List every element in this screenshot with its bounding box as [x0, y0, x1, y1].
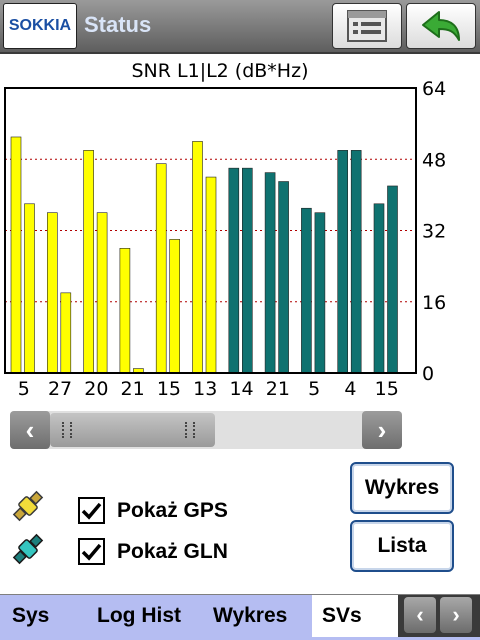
- satellite-id-label: 21: [266, 378, 290, 400]
- back-arrow-icon: [422, 11, 460, 41]
- y-tick-label: 32: [422, 221, 446, 243]
- show-gps-option[interactable]: Pokaż GPS: [78, 497, 228, 524]
- satellite-id-label: 5: [308, 378, 320, 400]
- bar-l2: [350, 150, 362, 374]
- bar-l1: [192, 141, 203, 374]
- chart-scrollbar[interactable]: ‹ ›: [10, 411, 402, 449]
- bar-l1: [46, 212, 58, 374]
- satellite-id-label: 13: [193, 378, 217, 400]
- bar-l2: [278, 181, 289, 374]
- checkmark-icon: [81, 502, 102, 520]
- glonass-satellite-icon: [12, 533, 44, 565]
- show-gln-option[interactable]: Pokaż GLN: [78, 538, 228, 565]
- title-bar: SOKKIA Status: [0, 0, 480, 54]
- satellite-id-label: 27: [48, 378, 72, 400]
- bar-l1: [228, 167, 240, 374]
- satellite-id-label: 5: [18, 378, 30, 400]
- bar-l2: [242, 167, 253, 374]
- satellite-id-label: 14: [229, 378, 253, 400]
- snr-chart: 0 16 32 48 64 5 27 20 21 15 13 14 21 5 4 15: [4, 78, 446, 400]
- bar-l1: [119, 248, 131, 374]
- bar-l1: [155, 163, 167, 374]
- chevron-left-icon: ‹: [416, 602, 424, 627]
- scroll-right-button[interactable]: ›: [362, 411, 402, 449]
- sokkia-logo[interactable]: SOKKIA: [3, 3, 77, 49]
- y-tick-label: 48: [422, 149, 446, 171]
- tab-wykres[interactable]: Wykres: [213, 595, 311, 637]
- scroll-thumb[interactable]: [50, 413, 215, 447]
- bar-l2: [96, 212, 108, 374]
- page-title: Status: [84, 12, 152, 37]
- tab-prev-button[interactable]: ‹: [404, 597, 436, 633]
- tab-sys[interactable]: Sys: [12, 595, 82, 637]
- satellite-id-label: 15: [375, 378, 399, 400]
- chart-view-button[interactable]: Wykres: [350, 462, 454, 514]
- chevron-right-icon: ›: [452, 602, 460, 627]
- show-gps-checkbox[interactable]: [78, 497, 105, 524]
- logo-text: SOKKIA: [8, 17, 72, 34]
- satellite-id-label: 21: [121, 378, 145, 400]
- chevron-left-icon: ‹: [25, 414, 35, 445]
- grip-right: [185, 422, 195, 438]
- back-button[interactable]: [406, 3, 476, 49]
- y-tick-label: 64: [422, 78, 446, 100]
- checkmark-icon: [81, 543, 102, 561]
- bar-l2: [169, 239, 180, 374]
- bar-l2: [205, 176, 217, 374]
- bar-l1: [373, 203, 385, 374]
- list-view-button[interactable]: [332, 3, 402, 49]
- bar-l1: [10, 136, 22, 374]
- bar-l1: [301, 207, 312, 374]
- grip-left: [62, 422, 72, 438]
- tab-next-button[interactable]: ›: [440, 597, 472, 633]
- bar-l1: [337, 150, 349, 374]
- bar-l2: [314, 212, 326, 374]
- tab-svs[interactable]: SVs: [312, 595, 398, 637]
- satellite-id-label: 4: [344, 378, 356, 400]
- show-gln-label: Pokaż GLN: [117, 539, 228, 563]
- satellite-id-label: 15: [157, 378, 181, 400]
- tab-scroll-controls: ‹ ›: [398, 595, 480, 637]
- bar-l1: [264, 172, 276, 374]
- gps-satellite-icon: [12, 490, 44, 522]
- list-view-toggle-button[interactable]: Lista: [350, 520, 454, 572]
- show-gps-label: Pokaż GPS: [117, 498, 228, 522]
- show-gln-checkbox[interactable]: [78, 538, 105, 565]
- tab-log-hist[interactable]: Log Hist: [97, 595, 207, 637]
- list-view-icon: [347, 10, 387, 42]
- y-tick-label: 0: [422, 363, 434, 385]
- bar-l2: [24, 203, 35, 374]
- bar-l1: [83, 150, 94, 374]
- chevron-right-icon: ›: [377, 414, 387, 445]
- y-tick-label: 16: [422, 292, 446, 314]
- scroll-left-button[interactable]: ‹: [10, 411, 50, 449]
- bar-l2: [60, 292, 72, 374]
- satellite-id-label: 20: [84, 378, 108, 400]
- bar-l2: [387, 185, 398, 374]
- bottom-tab-bar: Sys Log Hist Wykres SVs ‹ ›: [0, 594, 480, 640]
